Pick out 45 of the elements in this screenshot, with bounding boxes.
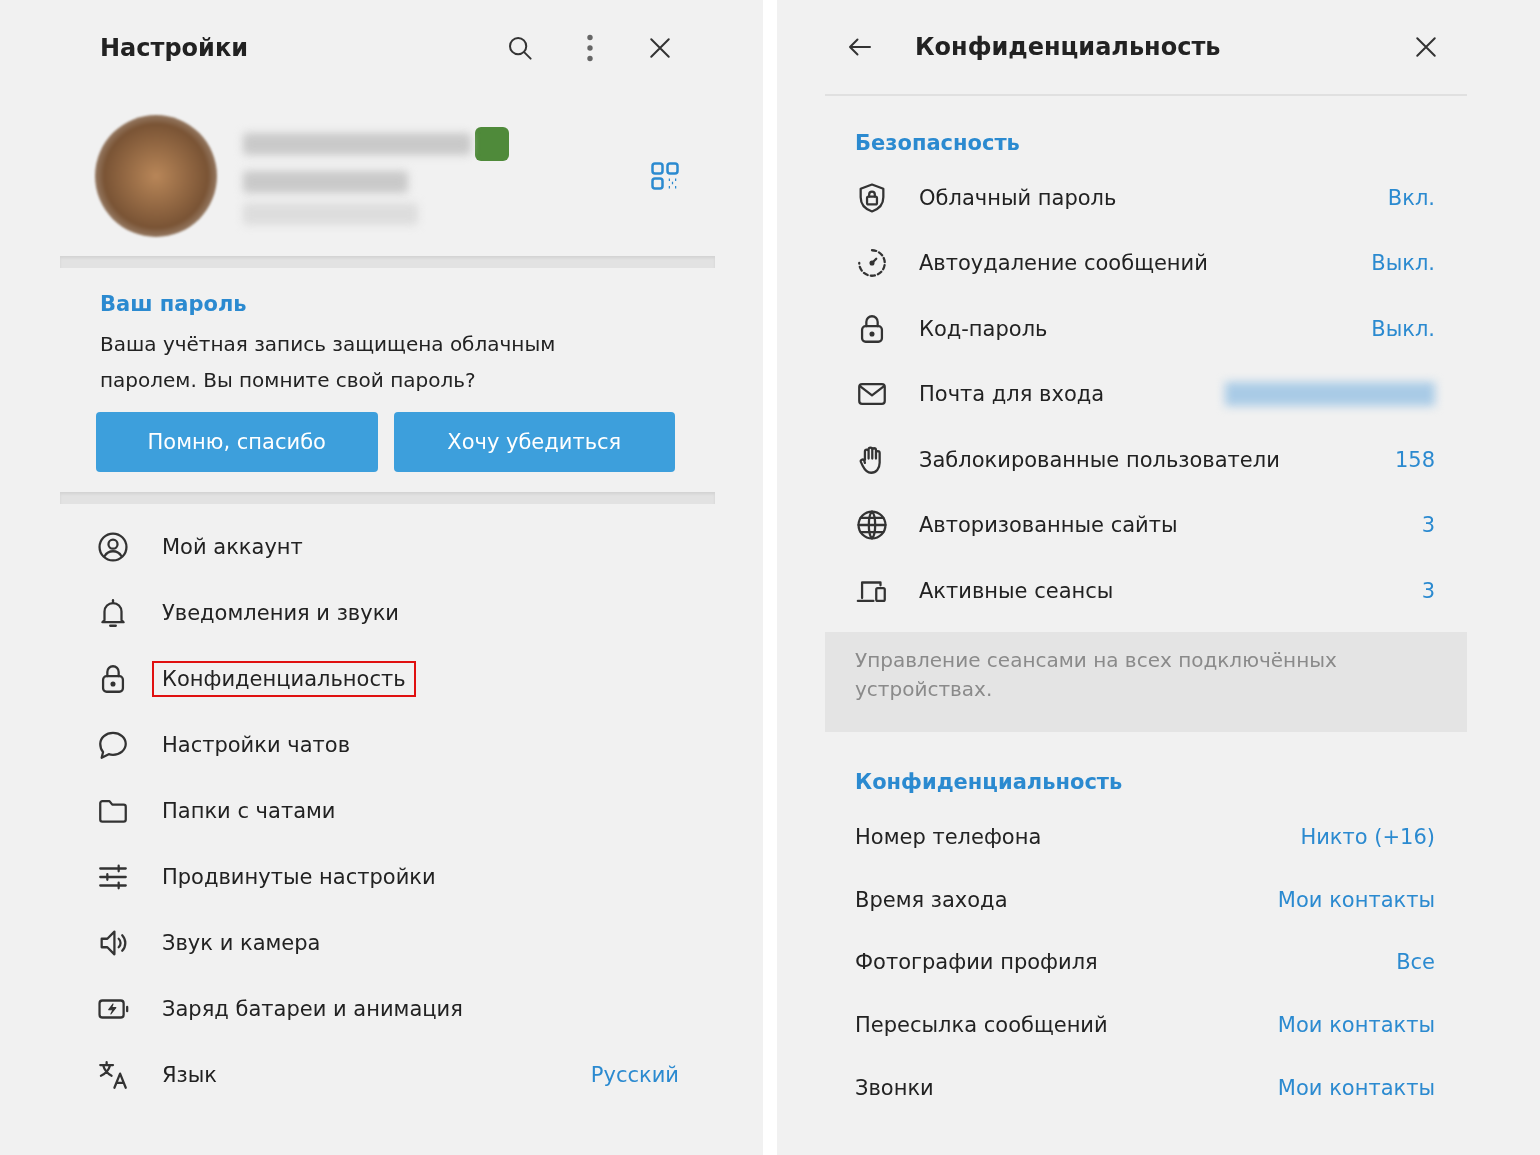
setting-value: Мои контакты bbox=[1277, 887, 1435, 912]
setting-label[interactable]: Активные сеансы bbox=[919, 578, 1114, 603]
setting-label[interactable]: Номер телефона bbox=[855, 824, 1042, 849]
setting-label[interactable]: Автоудаление сообщений bbox=[919, 251, 1208, 276]
setting-label[interactable]: Заблокированные пользователи bbox=[919, 447, 1280, 472]
setting-label[interactable]: Время захода bbox=[855, 887, 1008, 912]
menu-item[interactable]: Папки с чатами bbox=[152, 793, 346, 829]
menu-item[interactable]: Уведомления и звуки bbox=[152, 595, 409, 631]
setting-value: 3 bbox=[1421, 578, 1435, 603]
menu-item[interactable]: Продвинутые настройки bbox=[152, 859, 446, 895]
setting-value: Мои контакты bbox=[1277, 1076, 1435, 1101]
setting-label[interactable]: Облачный пароль bbox=[919, 185, 1117, 210]
setting-label[interactable]: Пересылка сообщений bbox=[855, 1013, 1108, 1038]
section-title: Конфиденциальность bbox=[855, 769, 1123, 794]
menu-item[interactable]: Заряд батареи и анимация bbox=[152, 991, 473, 1027]
menu-item[interactable]: Язык bbox=[152, 1057, 228, 1093]
user-circle-icon bbox=[96, 530, 130, 564]
setting-value: 158 bbox=[1394, 447, 1435, 472]
menu-item[interactable]: Настройки чатов bbox=[152, 727, 360, 763]
menu-item[interactable]: Конфиденциальность bbox=[152, 661, 416, 697]
menu-item[interactable]: Звук и камера bbox=[152, 925, 331, 961]
setting-value: 3 bbox=[1421, 513, 1435, 538]
setting-label[interactable]: Звонки bbox=[855, 1076, 934, 1101]
setting-label[interactable]: Авторизованные сайты bbox=[919, 513, 1178, 538]
setting-value: Вкл. bbox=[1387, 185, 1435, 210]
more-icon bbox=[587, 34, 593, 62]
section-title: Ваш пароль bbox=[100, 292, 248, 316]
setting-label[interactable]: Код-пароль bbox=[919, 316, 1048, 341]
setting-label[interactable]: Фотографии профиля bbox=[855, 950, 1098, 975]
language-value: Русский bbox=[590, 1063, 679, 1087]
globe-icon bbox=[855, 508, 889, 543]
sessions-note: Управление сеансами на всех подключённых устройствах. bbox=[825, 631, 1467, 732]
setting-value: Все bbox=[1396, 950, 1435, 975]
settings-title: Настройки bbox=[100, 34, 249, 62]
section-title: Безопасность bbox=[855, 131, 1020, 155]
setting-value: Выкл. bbox=[1371, 316, 1435, 341]
setting-value: Мои контакты bbox=[1277, 1013, 1435, 1038]
translate-icon bbox=[96, 1058, 130, 1092]
menu-item[interactable]: Мой аккаунт bbox=[152, 529, 313, 565]
setting-value: Никто (+16) bbox=[1300, 824, 1435, 849]
setting-value: Выкл. bbox=[1371, 251, 1435, 276]
password-prompt: Ваша учётная запись защищена облачным паролем. Вы помните свой пароль? bbox=[100, 331, 557, 394]
setting-label[interactable]: Почта для входа bbox=[919, 382, 1105, 407]
qr-code-icon[interactable] bbox=[650, 161, 680, 191]
privacy-title: Конфиденциальность bbox=[915, 33, 1222, 61]
